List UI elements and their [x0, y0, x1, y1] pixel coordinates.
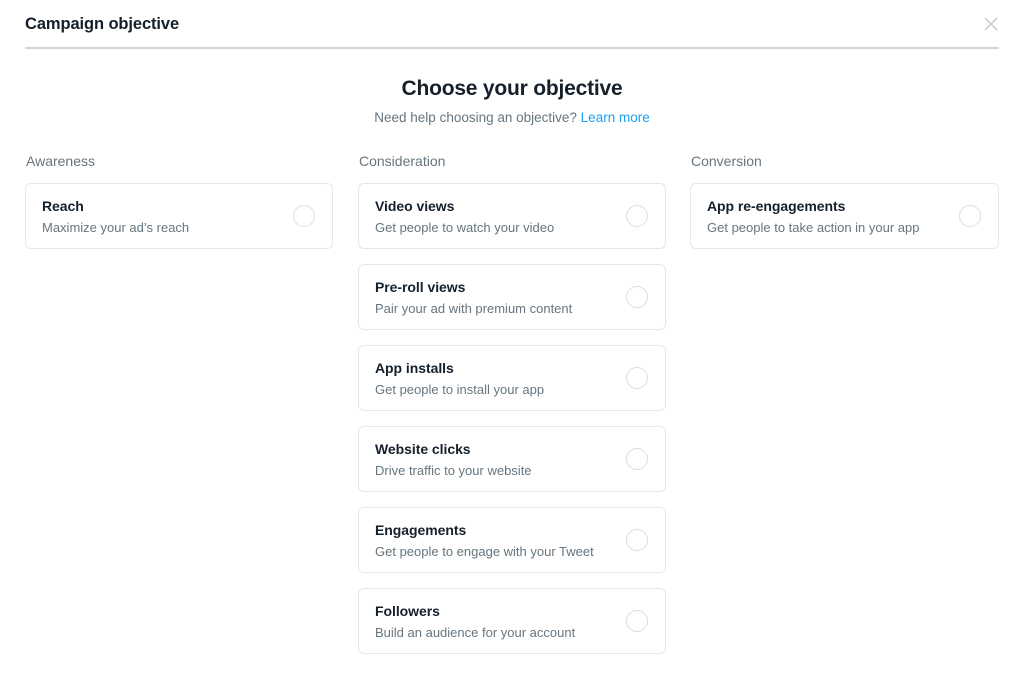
modal-header: Campaign objective [0, 0, 1024, 49]
objective-radio[interactable] [959, 205, 981, 227]
objective-radio[interactable] [626, 529, 648, 551]
objective-card-website-clicks[interactable]: Website clicks Drive traffic to your web… [358, 426, 666, 492]
card-list-consideration: Video views Get people to watch your vid… [358, 183, 666, 654]
objective-card-title: Reach [42, 197, 274, 216]
card-list-awareness: Reach Maximize your ad’s reach [25, 183, 333, 249]
objective-card-engagements[interactable]: Engagements Get people to engage with yo… [358, 507, 666, 573]
objective-card-title: App installs [375, 359, 607, 378]
objective-card-description: Maximize your ad’s reach [42, 219, 274, 236]
learn-more-link[interactable]: Learn more [581, 110, 650, 125]
objective-card-pre-roll-views[interactable]: Pre-roll views Pair your ad with premium… [358, 264, 666, 330]
page-title: Campaign objective [25, 15, 179, 34]
objective-card-title: Followers [375, 602, 607, 621]
objective-columns: Awareness Reach Maximize your ad’s reach… [0, 152, 1024, 686]
intro-heading: Choose your objective [0, 76, 1024, 102]
objective-radio[interactable] [626, 448, 648, 470]
close-button[interactable] [978, 11, 1004, 37]
objective-card-description: Build an audience for your account [375, 624, 607, 641]
objective-card-description: Get people to watch your video [375, 219, 607, 236]
objective-card-description: Get people to take action in your app [707, 219, 940, 236]
column-conversion: Conversion App re-engagements Get people… [690, 152, 999, 249]
intro-subtitle: Need help choosing an objective? Learn m… [0, 109, 1024, 127]
objective-card-reach[interactable]: Reach Maximize your ad’s reach [25, 183, 333, 249]
card-list-conversion: App re-engagements Get people to take ac… [690, 183, 999, 249]
objective-radio[interactable] [626, 205, 648, 227]
objective-radio[interactable] [626, 610, 648, 632]
column-consideration: Consideration Video views Get people to … [358, 152, 666, 654]
header-divider [25, 47, 999, 49]
objective-radio[interactable] [293, 205, 315, 227]
objective-card-description: Drive traffic to your website [375, 462, 607, 479]
column-label-conversion: Conversion [690, 152, 999, 170]
objective-card-title: App re-engagements [707, 197, 940, 216]
objective-radio[interactable] [626, 286, 648, 308]
objective-radio[interactable] [626, 367, 648, 389]
objective-card-video-views[interactable]: Video views Get people to watch your vid… [358, 183, 666, 249]
objective-card-description: Get people to install your app [375, 381, 607, 398]
objective-card-app-re-engagements[interactable]: App re-engagements Get people to take ac… [690, 183, 999, 249]
intro-subtitle-text: Need help choosing an objective? [374, 110, 580, 125]
objective-card-app-installs[interactable]: App installs Get people to install your … [358, 345, 666, 411]
column-label-consideration: Consideration [358, 152, 666, 170]
column-label-awareness: Awareness [25, 152, 333, 170]
objective-card-followers[interactable]: Followers Build an audience for your acc… [358, 588, 666, 654]
intro-section: Choose your objective Need help choosing… [0, 76, 1024, 127]
objective-card-title: Engagements [375, 521, 607, 540]
objective-card-title: Pre-roll views [375, 278, 607, 297]
objective-card-title: Video views [375, 197, 607, 216]
objective-card-description: Get people to engage with your Tweet [375, 543, 607, 560]
objective-card-description: Pair your ad with premium content [375, 300, 607, 317]
objective-card-title: Website clicks [375, 440, 607, 459]
close-icon [984, 17, 998, 31]
column-awareness: Awareness Reach Maximize your ad’s reach [25, 152, 333, 249]
